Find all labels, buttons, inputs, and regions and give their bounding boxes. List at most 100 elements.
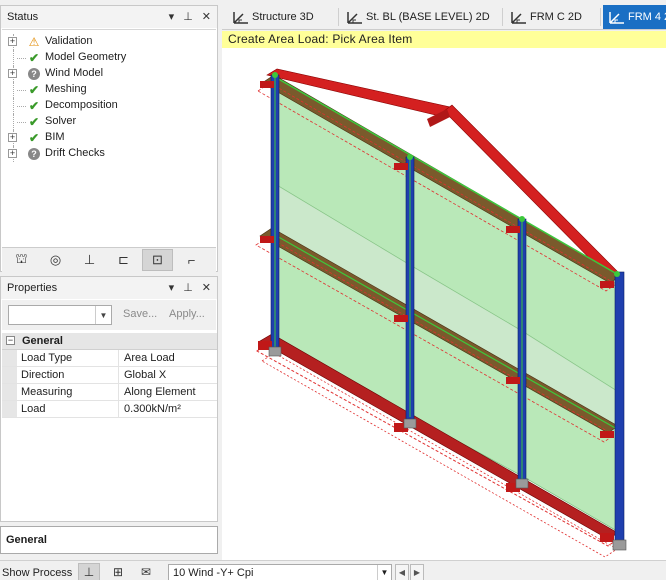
status-item-label: Validation	[45, 35, 93, 47]
status-item-label: Decomposition	[45, 99, 118, 111]
expand-icon[interactable]: +	[8, 37, 17, 46]
tab-base-level-2d[interactable]: St. BL (BASE LEVEL) 2D	[346, 5, 504, 29]
tab-label: St. BL (BASE LEVEL) 2D	[366, 11, 490, 23]
apply-button[interactable]: Apply...	[169, 308, 205, 320]
dropdown-icon[interactable]: ▾	[169, 281, 175, 294]
load-case-value: 10 Wind -Y+ Cpi	[173, 567, 254, 579]
tab-label: Structure 3D	[252, 11, 314, 23]
status-item-label: BIM	[45, 131, 65, 143]
view-2d-icon	[347, 10, 363, 24]
chevron-down-icon[interactable]: ▼	[95, 306, 111, 324]
support[interactable]	[268, 346, 282, 357]
status-item[interactable]: ✔ Solver	[2, 114, 212, 130]
load-icon[interactable]: ⊡	[142, 249, 173, 271]
status-item-label: Solver	[45, 115, 77, 127]
chevron-down-icon[interactable]: ▼	[377, 565, 391, 580]
status-item[interactable]: +? Wind Model	[2, 66, 212, 82]
collapse-icon[interactable]: −	[6, 336, 15, 345]
status-panel-header: Status ▾ ⊥ ✕	[1, 6, 217, 28]
property-row[interactable]: Measuring Along Element	[2, 384, 217, 401]
properties-preset-select[interactable]: ▼	[8, 305, 112, 325]
status-tree: + ⚠ Validation ✔ Model Geometry +? Wind Model ✔…	[2, 29, 216, 247]
status-item-label: Wind Model	[45, 67, 104, 79]
status-item[interactable]: +? Drift Checks	[2, 146, 212, 162]
next-icon[interactable]: ▶	[410, 564, 424, 580]
warning-icon: ⚠	[28, 35, 40, 49]
previous-icon[interactable]: ◀	[395, 564, 409, 580]
property-row[interactable]: Load 0.300kN/m²	[2, 401, 217, 418]
status-toolbar: ⛫ ◎ ⊥ ⊏ ⊡ ⌐	[2, 247, 216, 272]
view-3d-icon	[233, 10, 249, 24]
check-icon: ✔	[28, 51, 40, 65]
tab-frm-4-2d[interactable]: FRM 4 2	[603, 5, 666, 29]
pin-icon[interactable]: ⊥	[183, 281, 193, 294]
properties-toolbar: ▼ Save... Apply...	[2, 300, 216, 330]
column[interactable]	[614, 271, 625, 543]
save-button[interactable]: Save...	[123, 308, 157, 320]
status-panel-title: Status	[7, 11, 39, 23]
check-icon: ✔	[28, 83, 40, 97]
properties-panel: Properties ▾ ⊥ ✕ ▼ Save... Apply... − Ge…	[0, 276, 218, 522]
property-value[interactable]: Area Load	[119, 350, 217, 366]
tab-label: FRM C 2D	[530, 11, 582, 23]
status-item-label: Meshing	[45, 83, 87, 95]
pin-icon[interactable]: ⊥	[183, 10, 193, 23]
support[interactable]	[612, 539, 627, 551]
check-icon: ✔	[28, 131, 40, 145]
expand-icon[interactable]: +	[8, 149, 17, 158]
check-icon: ✔	[28, 99, 40, 113]
status-item[interactable]: + ⚠ Validation	[2, 34, 212, 50]
load-case-icon[interactable]: ⊥	[78, 563, 100, 580]
support[interactable]	[403, 418, 417, 429]
wind-icon[interactable]: ◎	[40, 249, 71, 271]
close-icon[interactable]: ✕	[202, 10, 211, 23]
property-grid: − General Load Type Area Load Direction Glo…	[2, 333, 217, 418]
support[interactable]	[515, 478, 529, 489]
property-key: Direction	[17, 367, 119, 383]
status-item-label: Model Geometry	[45, 51, 127, 63]
command-prompt: Create Area Load: Pick Area Item	[222, 31, 666, 48]
close-icon[interactable]: ✕	[202, 281, 211, 294]
expand-icon[interactable]: +	[8, 69, 17, 78]
property-key: Measuring	[17, 384, 119, 400]
question-icon: ?	[28, 148, 40, 160]
view-2d-icon	[511, 10, 527, 24]
property-row[interactable]: Load Type Area Load	[2, 350, 217, 367]
status-item[interactable]: + ✔ BIM	[2, 130, 212, 146]
properties-panel-title: Properties	[7, 282, 58, 294]
building-icon[interactable]: ⛫	[6, 249, 37, 271]
expand-icon[interactable]: +	[8, 133, 17, 142]
property-value[interactable]: Global X	[119, 367, 217, 383]
load-case-select[interactable]: 10 Wind -Y+ Cpi ▼	[168, 564, 392, 580]
status-item[interactable]: ✔ Model Geometry	[2, 50, 212, 66]
status-item[interactable]: ✔ Decomposition	[2, 98, 212, 114]
dropdown-icon[interactable]: ▾	[169, 10, 175, 23]
property-key: Load	[17, 401, 119, 417]
property-value[interactable]: 0.300kN/m²	[119, 401, 217, 417]
status-item[interactable]: ✔ Meshing	[2, 82, 212, 98]
show-process-label: Show Process	[2, 567, 73, 579]
status-panel: Status ▾ ⊥ ✕ + ⚠ Validation ✔ Model Geometry…	[0, 5, 218, 272]
property-value[interactable]: Along Element	[119, 384, 217, 400]
drift-icon[interactable]: ⌐	[176, 249, 207, 271]
question-icon: ?	[28, 68, 40, 80]
support-icon[interactable]: ⊥	[74, 249, 105, 271]
model-viewport[interactable]: Create Area Load: Pick Area Item	[222, 31, 666, 560]
property-category[interactable]: − General	[2, 333, 217, 350]
frame-icon[interactable]: ⊏	[108, 249, 139, 271]
property-row[interactable]: Direction Global X	[2, 367, 217, 384]
properties-panel-header: Properties ▾ ⊥ ✕	[1, 277, 217, 299]
property-category-label: General	[22, 335, 63, 347]
tab-structure-3d[interactable]: Structure 3D	[230, 5, 340, 29]
load-combination-icon[interactable]: ⊞	[107, 563, 129, 580]
view-2d-icon	[609, 10, 625, 24]
structural-model[interactable]	[222, 31, 666, 560]
envelope-icon[interactable]: ✉	[135, 563, 157, 580]
wall-panels[interactable]	[274, 76, 618, 532]
tab-frm-c-2d[interactable]: FRM C 2D	[510, 5, 600, 29]
general-description-panel: General	[0, 526, 218, 554]
property-key: Load Type	[17, 350, 119, 366]
status-item-label: Drift Checks	[45, 147, 105, 159]
status-bar: Show Process ⊥ ⊞ ✉ 10 Wind -Y+ Cpi ▼ ◀ ▶	[0, 560, 666, 580]
general-panel-title: General	[6, 534, 47, 546]
